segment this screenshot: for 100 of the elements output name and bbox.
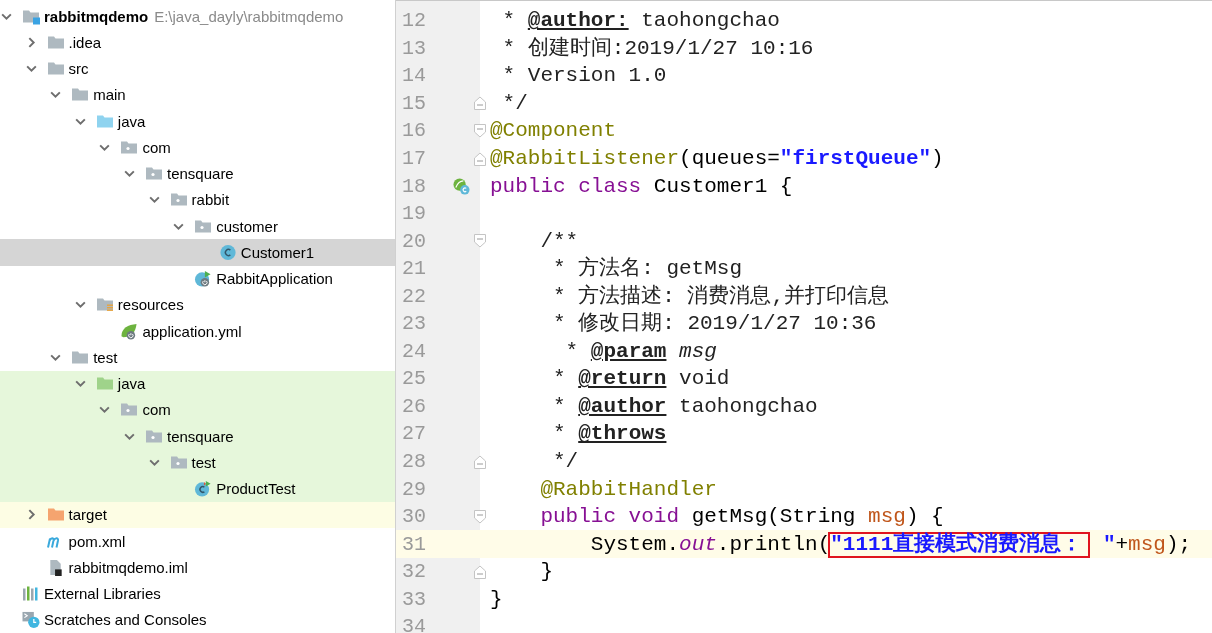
library-icon bbox=[22, 585, 40, 603]
class-run-icon bbox=[194, 270, 213, 288]
code-line: * @throws bbox=[552, 421, 667, 448]
tree-item-label: External Libraries bbox=[44, 585, 161, 603]
line-number: 23 bbox=[401, 312, 427, 336]
tree-item-label: tensquare bbox=[167, 427, 234, 445]
tree-row[interactable]: ProductTest bbox=[0, 475, 395, 502]
tree-row[interactable]: rabbitmqdemo.iml bbox=[0, 554, 395, 581]
line-number: 20 bbox=[401, 229, 427, 253]
code-line: @Component bbox=[490, 118, 617, 145]
tree-row[interactable]: test bbox=[0, 449, 395, 476]
code-line: } bbox=[539, 559, 553, 586]
code-line: * 方法描述: 消费消息,并打印信息 bbox=[552, 283, 890, 310]
tree-row[interactable]: tensquare bbox=[0, 423, 395, 450]
tree-item-label: application.yml bbox=[142, 322, 242, 340]
code-line: * @author taohongchao bbox=[552, 393, 818, 420]
line-number: 21 bbox=[401, 257, 427, 281]
code-line: * Version 1.0 bbox=[501, 63, 667, 90]
package-icon bbox=[169, 191, 188, 209]
code-line: @RabbitHandler bbox=[539, 476, 717, 503]
line-number: 16 bbox=[401, 119, 427, 143]
tree-row[interactable]: External Libraries bbox=[0, 580, 395, 607]
tree-item-label: ProductTest bbox=[216, 480, 296, 498]
line-number: 22 bbox=[401, 284, 427, 308]
tree-item-label: java bbox=[117, 375, 146, 393]
code-line: @RabbitListener(queues="firstQueue") bbox=[490, 146, 944, 172]
tree-item-label: rabbitmqdemo bbox=[44, 7, 149, 25]
tree-row[interactable]: resources bbox=[0, 291, 395, 318]
tree-row[interactable]: src bbox=[0, 55, 395, 82]
tree-item-label: test bbox=[191, 453, 216, 471]
project-path: E:\java_dayly\rabbitmqdemo bbox=[154, 7, 344, 25]
tree-item-label: java bbox=[117, 112, 146, 130]
tree-item-label: .idea bbox=[68, 33, 102, 51]
line-number: 12 bbox=[401, 9, 427, 33]
line-number: 18 bbox=[401, 174, 427, 198]
tree-item-label: Scratches and Consoles bbox=[44, 611, 207, 629]
line-number: 15 bbox=[401, 91, 427, 115]
tree-item-label: tensquare bbox=[167, 165, 234, 183]
tree-row[interactable]: .idea bbox=[0, 29, 395, 56]
line-number: 28 bbox=[401, 450, 427, 473]
line-number: 17 bbox=[401, 147, 427, 170]
tree-row[interactable]: target bbox=[0, 501, 395, 528]
code-line: * @return void bbox=[552, 366, 730, 393]
code-line: System.out.println("1111直接模式消费消息： "+msg); bbox=[589, 530, 1192, 558]
tree-row[interactable]: com bbox=[0, 134, 395, 161]
tree-row[interactable]: java bbox=[0, 370, 395, 397]
code-line: public class Customer1 { bbox=[490, 173, 793, 200]
leaf-icon bbox=[120, 322, 139, 340]
folder-icon bbox=[95, 296, 114, 314]
line-number: 33 bbox=[401, 587, 427, 611]
code-line: * 方法名: getMsg bbox=[552, 255, 743, 283]
code-line: public void getMsg(String msg) { bbox=[539, 504, 944, 531]
tree-item-label: rabbitmqdemo.iml bbox=[68, 558, 188, 576]
tree-row[interactable]: com bbox=[0, 396, 395, 423]
tree-row[interactable]: Scratches and Consoles bbox=[0, 606, 395, 633]
tree-row[interactable]: application.yml bbox=[0, 318, 395, 345]
line-number: 14 bbox=[401, 64, 427, 88]
tree-item-label: resources bbox=[117, 296, 184, 314]
folder-icon bbox=[46, 60, 65, 78]
folder-icon bbox=[46, 506, 65, 524]
tree-item-label: main bbox=[93, 86, 126, 104]
tree-row[interactable]: main bbox=[0, 81, 395, 108]
tree-row[interactable]: java bbox=[0, 108, 395, 135]
code-line: * @param msg bbox=[564, 338, 717, 365]
code-line: } bbox=[490, 586, 503, 613]
tree-item-label: RabbitApplication bbox=[216, 270, 333, 288]
line-number: 29 bbox=[401, 477, 427, 501]
folder-icon bbox=[95, 375, 114, 393]
console-clock-icon bbox=[22, 611, 40, 629]
test-class-icon bbox=[194, 480, 213, 498]
tree-item-label: src bbox=[68, 60, 89, 78]
tree-item-label: com bbox=[142, 401, 171, 419]
line-number: 25 bbox=[401, 367, 427, 391]
line-number: 26 bbox=[401, 394, 427, 418]
tree-row[interactable]: Customer1 bbox=[0, 239, 395, 266]
package-icon bbox=[145, 165, 163, 183]
tree-item-label: target bbox=[68, 506, 107, 524]
tree-row[interactable]: rabbit bbox=[0, 186, 395, 213]
line-number: 27 bbox=[401, 422, 427, 446]
tree-item-label: Customer1 bbox=[240, 243, 315, 261]
class-icon bbox=[218, 243, 237, 261]
folder-icon bbox=[71, 86, 90, 104]
tree-item-label: customer bbox=[216, 217, 278, 235]
code-line: * @author: taohongchao bbox=[501, 8, 780, 35]
tree-row[interactable]: pom.xml bbox=[0, 528, 395, 555]
code-line: * 修改日期: 2019/1/27 10:36 bbox=[552, 311, 877, 338]
tree-row[interactable]: customer bbox=[0, 213, 395, 240]
code-line: */ bbox=[501, 90, 528, 117]
tree-item-label: rabbit bbox=[191, 191, 230, 209]
tree-item-label: com bbox=[142, 138, 171, 156]
line-number: 32 bbox=[401, 560, 427, 584]
tree-row[interactable]: RabbitApplication bbox=[0, 265, 395, 292]
tree-item-label: pom.xml bbox=[68, 532, 126, 550]
tree-row[interactable]: tensquare bbox=[0, 160, 395, 187]
line-number: 31 bbox=[401, 532, 427, 556]
code-line: * 创建时间:2019/1/27 10:16 bbox=[501, 35, 814, 62]
tree-row[interactable]: rabbitmqdemo E:\java_dayly\rabbitmqdemo bbox=[0, 3, 395, 30]
line-number: 19 bbox=[401, 202, 427, 226]
tree-row[interactable]: test bbox=[0, 344, 395, 371]
line-number: 34 bbox=[401, 615, 427, 633]
